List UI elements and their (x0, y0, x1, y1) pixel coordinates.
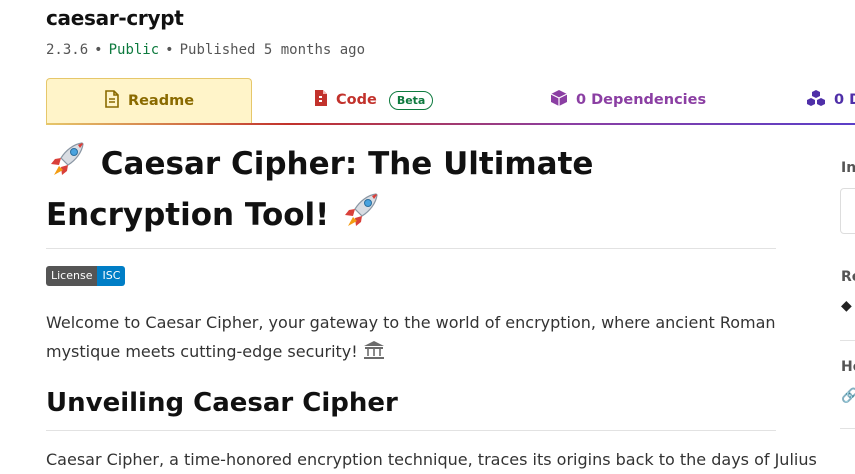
rocket-icon (340, 191, 384, 242)
link-icon[interactable]: 🔗 (841, 388, 855, 404)
sidebar: In Re ◆ Ho 🔗 (822, 130, 855, 455)
rocket-icon (46, 140, 90, 191)
license-badge[interactable]: License ISC (46, 266, 126, 286)
meta-separator: • (165, 42, 174, 58)
license-badge-left: License (46, 266, 98, 286)
tab-dependencies-label: 0 Dependencies (576, 92, 707, 108)
readme-intro: Welcome to Caesar Cipher, your gateway t… (46, 308, 776, 369)
tab-code[interactable]: Code Beta (314, 78, 434, 122)
install-command-box[interactable] (840, 188, 855, 234)
readme-content: Caesar Cipher: The Ultimate Encryption T… (46, 140, 817, 474)
readme-title: Caesar Cipher: The Ultimate Encryption T… (46, 140, 776, 249)
code-file-icon (314, 89, 328, 111)
sidebar-label-repository: Re (841, 269, 855, 285)
tab-dependents[interactable]: 0 D (806, 78, 855, 122)
classical-building-icon (363, 340, 385, 369)
tab-code-label: Code (336, 92, 377, 108)
readme-title-text: Caesar Cipher: The Ultimate Encryption T… (46, 146, 594, 233)
sidebar-label-install: In (841, 160, 855, 176)
published-time: Published 5 months ago (179, 42, 366, 58)
sidebar-label-homepage: Ho (841, 359, 855, 375)
sidebar-divider (840, 428, 855, 429)
beta-badge: Beta (388, 90, 434, 110)
readme-intro-text: Welcome to Caesar Cipher, your gateway t… (46, 313, 776, 361)
git-icon[interactable]: ◆ (841, 298, 852, 314)
tab-dependents-label: 0 D (834, 92, 855, 108)
package-tabs: Readme Code Beta 0 Dependencies 0 D (46, 78, 855, 125)
tab-readme[interactable]: Readme (46, 78, 252, 123)
readme-doc-icon (104, 90, 120, 112)
tabs-underline (46, 123, 855, 125)
tab-dependencies[interactable]: 0 Dependencies (550, 78, 706, 122)
meta-separator: • (94, 42, 103, 58)
cube-icon (550, 89, 568, 111)
package-meta: 2.3.6 • Public • Published 5 months ago (46, 42, 365, 58)
package-name: caesar-crypt (46, 6, 184, 30)
visibility-label: Public (108, 42, 160, 58)
license-badge-right: ISC (97, 266, 126, 286)
package-version: 2.3.6 (46, 42, 89, 58)
tab-readme-label: Readme (127, 93, 195, 109)
section-text: Caesar Cipher, a time-honored encryption… (46, 450, 817, 469)
sidebar-divider (840, 340, 855, 341)
cubes-icon (806, 89, 826, 111)
section-heading: Unveiling Caesar Cipher (46, 384, 776, 431)
